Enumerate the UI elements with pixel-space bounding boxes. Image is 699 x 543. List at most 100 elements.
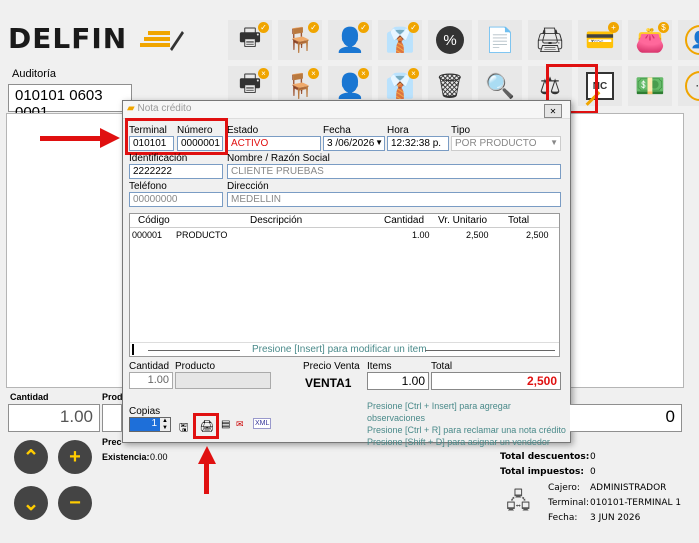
estado-field: ACTIVO bbox=[227, 136, 321, 151]
arrow-up-button[interactable]: ⌃ bbox=[14, 440, 48, 474]
printer-icon[interactable]: 🖶 ✓ bbox=[228, 20, 272, 60]
network-icon: 🖧 bbox=[506, 488, 531, 513]
doc-number-field[interactable]: 010101 0603 0001 bbox=[8, 84, 132, 121]
nombre-field: CLIENTE PRUEBAS bbox=[227, 164, 561, 179]
items-grid[interactable]: Código Descripción Cantidad Vr. Unitario… bbox=[129, 213, 560, 357]
logo-icon bbox=[139, 31, 184, 51]
direccion-label: Dirección bbox=[227, 181, 269, 192]
close-icon[interactable]: ✕ bbox=[544, 104, 562, 118]
arrow-right-icon bbox=[100, 128, 120, 148]
cashier-icon[interactable]: 👤 ✓ bbox=[328, 20, 372, 60]
document-icon[interactable]: 📄 bbox=[478, 20, 522, 60]
producto-field[interactable] bbox=[175, 372, 271, 389]
cantidad-label: Cantidad bbox=[129, 361, 170, 372]
copias-value[interactable]: 1 bbox=[130, 418, 160, 431]
percent-icon[interactable]: % bbox=[428, 20, 472, 60]
section-label: Auditoría bbox=[12, 68, 57, 80]
xml-icon[interactable]: XML bbox=[253, 418, 272, 429]
dialog-title: Nota crédito bbox=[137, 103, 192, 114]
table-row[interactable]: 000001 PRODUCTO 1.00 2,500 2,500 bbox=[130, 228, 559, 242]
existencia-label: Existencia: bbox=[102, 452, 150, 462]
direccion-field: MEDELLIN bbox=[227, 192, 561, 207]
fecha-field[interactable]: 3 /06/2026 ▼ bbox=[323, 136, 385, 151]
cell-codigo: 000001 bbox=[132, 230, 163, 240]
divider bbox=[425, 350, 555, 351]
seller-icon[interactable]: 👔 ✓ bbox=[378, 20, 422, 60]
minus-button[interactable]: − bbox=[58, 486, 92, 520]
copias-stepper[interactable]: 1 ▲ ▼ bbox=[129, 417, 171, 432]
app-logo: DELFIN bbox=[8, 22, 186, 55]
hora-field[interactable]: 12:32:38 p. bbox=[387, 136, 449, 151]
descuentos-label: Total descuentos: bbox=[500, 452, 590, 462]
toolbar-row-1: 🖶✓ 🪑✓ 👤✓ 👔✓ % 📄 🖨 💳+ 👛$ 👤 bbox=[228, 20, 699, 60]
cajero-label: Cajero: bbox=[548, 483, 580, 493]
cajero-value: ADMINISTRADOR bbox=[590, 483, 667, 493]
print-doc-icon[interactable]: 🖨 bbox=[528, 20, 572, 60]
arrow-shaft-left bbox=[40, 136, 104, 141]
hint-reclamar: Presione [Ctrl + R] para reclamar una no… bbox=[367, 425, 566, 435]
hint-observaciones: Presione [Ctrl + Insert] para agregar ob… bbox=[367, 401, 511, 423]
nombre-label: Nombre / Razón Social bbox=[227, 153, 330, 164]
card-icon[interactable]: 💳 + bbox=[578, 20, 622, 60]
save-icon[interactable]: 🖫 bbox=[179, 419, 188, 438]
producto-label: Producto bbox=[175, 361, 216, 372]
grid-footer: Presione [Insert] para modificar un item bbox=[130, 342, 559, 356]
fecha-value: 3 JUN 2026 bbox=[590, 513, 641, 523]
main-producto-field[interactable] bbox=[102, 404, 122, 432]
col-header-descripcion: Descripción bbox=[250, 215, 303, 226]
chevron-down-icon[interactable]: ▼ bbox=[550, 138, 558, 147]
money-icon[interactable]: 💵 bbox=[628, 66, 672, 106]
impuestos-value: 0 bbox=[590, 467, 596, 477]
cell-cantidad: 1.00 bbox=[412, 230, 430, 240]
total-field: 2,500 bbox=[431, 372, 561, 390]
email-icon[interactable]: ✉ bbox=[236, 419, 244, 430]
col-header-vr-unitario: Vr. Unitario bbox=[438, 215, 488, 226]
user-icon[interactable]: 👤 bbox=[678, 20, 699, 60]
main-producto-label: Prod bbox=[102, 392, 123, 402]
logo-text: DELFIN bbox=[8, 22, 128, 55]
estado-label: Estado bbox=[227, 125, 259, 136]
telefono-field: 00000000 bbox=[129, 192, 223, 207]
hint-vendedor: Presione [Shift + D] para asignar un ven… bbox=[367, 437, 550, 447]
grid-header: Código Descripción Cantidad Vr. Unitario… bbox=[130, 214, 559, 228]
items-field: 1.00 bbox=[367, 372, 429, 390]
impuestos-label: Total impuestos: bbox=[500, 467, 584, 477]
precio-venta-label: Precio Venta bbox=[303, 361, 360, 372]
telefono-label: Teléfono bbox=[129, 181, 167, 192]
arrow-down-button[interactable]: ⌄ bbox=[14, 486, 48, 520]
main-cantidad-label: Cantidad bbox=[10, 392, 49, 402]
identificacion-field[interactable]: 2222222 bbox=[129, 164, 223, 179]
wallet-icon[interactable]: 👛 $ bbox=[628, 20, 672, 60]
main-precio-label: Prec bbox=[102, 437, 122, 447]
shortcut-hints: Presione [Ctrl + Insert] para agregar ob… bbox=[367, 400, 570, 448]
fecha-value: 3 /06/2026 bbox=[327, 138, 375, 149]
terminal-label: Terminal: bbox=[548, 498, 590, 508]
cell-vr-unitario: 2,500 bbox=[466, 230, 489, 240]
stepper-arrows-icon[interactable]: ▲ ▼ bbox=[160, 418, 170, 431]
fecha-label: Fecha bbox=[323, 125, 351, 136]
chevron-down-icon[interactable]: ▼ bbox=[375, 138, 383, 147]
cantidad-field[interactable]: 1.00 bbox=[129, 372, 173, 389]
dialog-titlebar: ▰ Nota crédito bbox=[123, 101, 570, 119]
credit-note-dialog: ▰ Nota crédito ✕ Terminal Número Estado … bbox=[122, 100, 571, 447]
total-label: Total bbox=[431, 361, 453, 372]
col-header-cantidad: Cantidad bbox=[384, 215, 425, 226]
terminal-value: 010101-TERMINAL 1 bbox=[590, 498, 682, 508]
copias-label: Copias bbox=[129, 406, 161, 417]
col-header-total: Total bbox=[508, 215, 530, 226]
main-cantidad-field[interactable]: 1.00 bbox=[8, 404, 100, 432]
col-header-codigo: Código bbox=[138, 215, 170, 226]
receptionist-icon[interactable]: 🪑 ✓ bbox=[278, 20, 322, 60]
more-icon[interactable]: ⁘ bbox=[678, 66, 699, 106]
grid-hint: Presione [Insert] para modificar un item bbox=[252, 344, 427, 355]
items-label: Items bbox=[367, 361, 392, 372]
arrow-shaft bbox=[204, 462, 209, 494]
cursor-marker bbox=[132, 344, 134, 355]
preview-icon[interactable]: ▤ bbox=[221, 419, 230, 430]
identificacion-label: Identificación bbox=[129, 153, 188, 164]
plus-button[interactable]: + bbox=[58, 440, 92, 474]
tipo-label: Tipo bbox=[451, 125, 471, 136]
tipo-select[interactable]: POR PRODUCTO ▼ bbox=[451, 136, 561, 151]
cell-descripcion: PRODUCTO bbox=[176, 230, 228, 240]
existencia-value: 0.00 bbox=[150, 452, 168, 462]
